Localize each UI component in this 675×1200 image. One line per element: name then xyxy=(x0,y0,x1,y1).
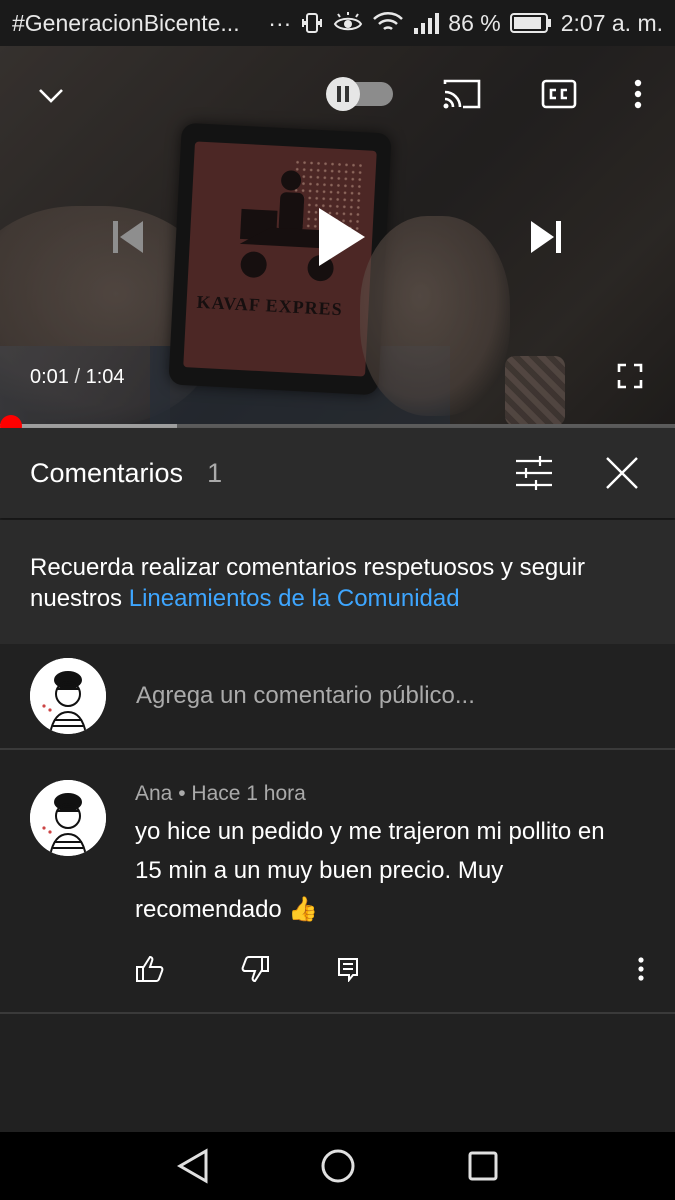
nav-back-button[interactable] xyxy=(173,1146,213,1186)
status-bar: #GeneracionBicente... ··· 86 % 2:07 a. m… xyxy=(0,0,675,46)
comment-actions xyxy=(0,952,675,986)
autoplay-toggle-icon xyxy=(326,77,393,111)
notification-title: #GeneracionBicente... xyxy=(12,9,240,36)
cast-button[interactable] xyxy=(438,74,484,114)
time-display: 0:01 / 1:04 xyxy=(30,366,125,389)
system-nav-bar xyxy=(0,1132,675,1200)
comments-title: Comentarios xyxy=(30,457,184,488)
minimize-button[interactable] xyxy=(28,72,74,118)
more-vert-icon xyxy=(638,957,644,981)
battery-percent: 86 % xyxy=(448,9,501,36)
comment-more-button[interactable] xyxy=(624,952,658,986)
back-icon xyxy=(176,1148,207,1184)
autoplay-toggle[interactable] xyxy=(325,76,395,112)
captions-button[interactable] xyxy=(536,74,582,114)
reply-button[interactable] xyxy=(331,952,365,986)
thumbs-up-icon xyxy=(136,955,164,982)
community-guidelines-notice: Recuerda realizar comentarios respetuoso… xyxy=(0,520,675,644)
time-separator: / xyxy=(68,366,86,388)
more-vert-icon xyxy=(634,79,642,109)
current-time: 0:01 xyxy=(30,366,69,388)
add-comment-row[interactable] xyxy=(0,644,675,750)
avatar[interactable] xyxy=(30,780,106,856)
comment-item: Ana • Hace 1 hora yo hice un pedido y me… xyxy=(0,752,675,1014)
close-comments-button[interactable] xyxy=(599,450,645,496)
commenter-avatar-drawing xyxy=(30,780,106,856)
nav-home-button[interactable] xyxy=(318,1146,358,1186)
eye-icon xyxy=(333,11,363,35)
comment-time: Hace 1 hora xyxy=(191,782,306,805)
previous-button[interactable] xyxy=(104,214,150,260)
duration: 1:04 xyxy=(85,366,125,388)
clock: 2:07 a. m. xyxy=(560,9,663,36)
nav-recents-button[interactable] xyxy=(463,1146,503,1186)
comment-author[interactable]: Ana xyxy=(135,782,172,805)
captions-icon xyxy=(541,79,577,109)
like-button[interactable] xyxy=(133,952,167,986)
next-button[interactable] xyxy=(524,214,570,260)
chevron-down-icon xyxy=(39,89,63,103)
video-player[interactable]: KAVAF EXPRES 0:01 / 1:04 xyxy=(0,46,675,426)
notification-dots: ··· xyxy=(268,9,292,36)
comments-header: Comentarios 1 xyxy=(0,428,675,518)
avatar xyxy=(30,658,106,734)
close-icon xyxy=(606,457,638,489)
comments-count: 1 xyxy=(207,457,223,488)
recents-icon xyxy=(468,1151,497,1181)
cast-icon xyxy=(443,79,481,109)
play-button[interactable] xyxy=(308,202,374,272)
fullscreen-icon xyxy=(617,363,643,389)
fullscreen-button[interactable] xyxy=(612,358,648,394)
player-more-button[interactable] xyxy=(620,74,656,114)
sort-comments-button[interactable] xyxy=(511,450,557,496)
home-icon xyxy=(321,1149,354,1183)
battery-icon xyxy=(509,12,552,34)
meta-separator: • xyxy=(172,782,192,805)
guidelines-link[interactable]: Lineamientos de la Comunidad xyxy=(129,585,460,612)
user-avatar-drawing xyxy=(30,658,106,734)
signal-icon xyxy=(413,11,440,35)
add-comment-input[interactable] xyxy=(136,682,636,710)
sort-filter-icon xyxy=(516,456,552,490)
dislike-button[interactable] xyxy=(238,952,272,986)
play-icon xyxy=(319,208,365,266)
next-icon xyxy=(531,221,561,253)
thumbs-down-icon xyxy=(241,956,269,983)
comment-meta: Ana • Hace 1 hora xyxy=(135,782,306,806)
reply-icon xyxy=(338,958,358,982)
comment-text: yo hice un pedido y me trajeron mi polli… xyxy=(135,818,605,923)
previous-icon xyxy=(113,221,143,253)
wifi-icon xyxy=(372,11,404,35)
vibrate-icon xyxy=(300,11,324,35)
